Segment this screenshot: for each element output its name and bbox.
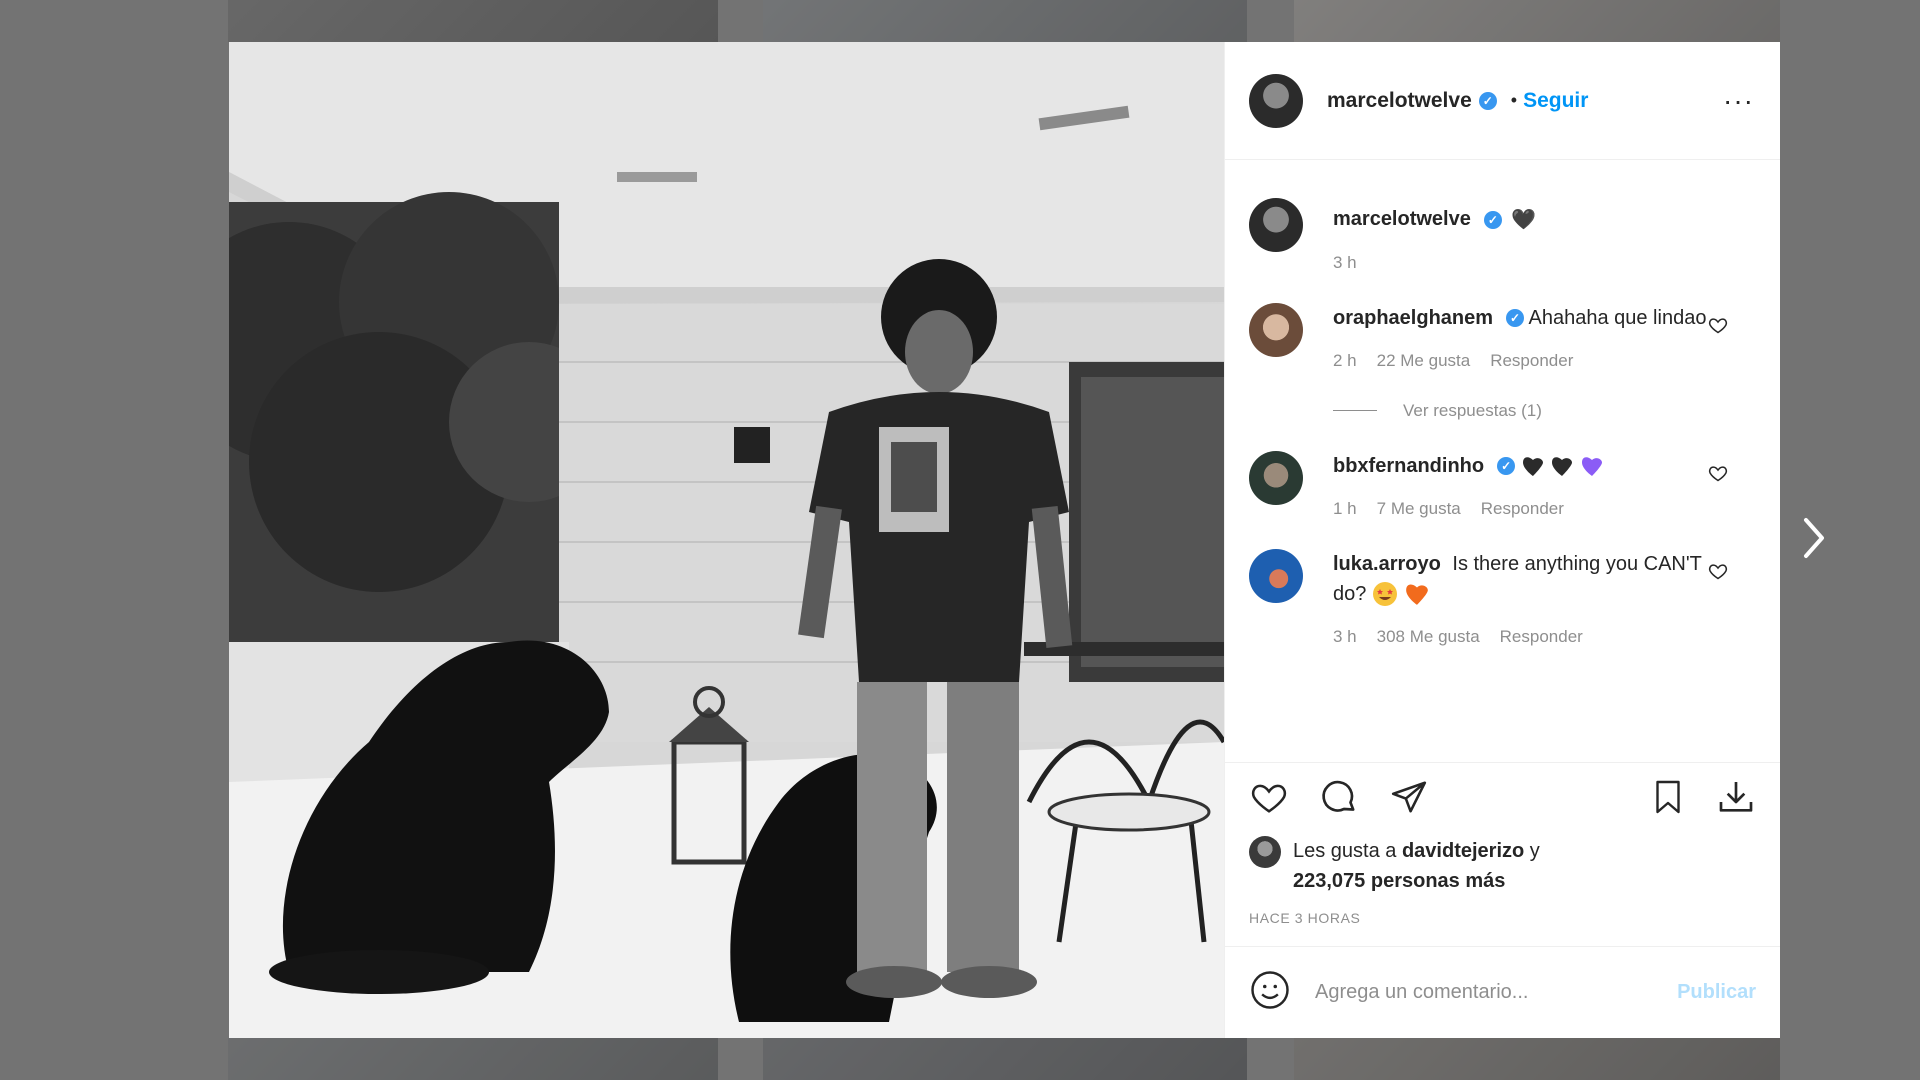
view-replies[interactable]: Ver respuestas (1): [1333, 401, 1780, 421]
emoji-icon[interactable]: [1249, 969, 1291, 1016]
comment-time[interactable]: 3 h: [1333, 253, 1357, 273]
black-heart-icon: [1552, 457, 1573, 477]
comment-input[interactable]: [1315, 981, 1678, 1004]
comment-likes[interactable]: 22 Me gusta: [1377, 351, 1471, 371]
comment-item: luka.arroyo Is there anything you CAN'T …: [1249, 548, 1780, 647]
comment-text: Ahahaha que lindao: [1528, 306, 1707, 329]
comment-username[interactable]: marcelotwelve: [1333, 208, 1471, 230]
likes-count[interactable]: 223,075 personas más: [1293, 870, 1505, 892]
author-avatar[interactable]: [1249, 73, 1303, 128]
commenter-avatar[interactable]: [1249, 450, 1303, 505]
purple-heart-icon: [1581, 457, 1602, 477]
post-modal: marcelotwelve ✓ • Seguir ··· marcelotwel…: [229, 42, 1780, 1038]
likes-summary: Les gusta a davidtejerizo y 223,075 pers…: [1225, 836, 1780, 896]
star-eyes-emoji-icon: [1366, 582, 1403, 607]
chevron-right-icon[interactable]: [1800, 516, 1828, 565]
reply-button[interactable]: Responder: [1490, 351, 1573, 371]
comment-username[interactable]: luka.arroyo: [1333, 553, 1441, 575]
bookmark-icon[interactable]: [1650, 777, 1686, 822]
verified-badge-icon: ✓: [1497, 457, 1516, 476]
download-icon[interactable]: [1716, 777, 1756, 822]
commenter-avatar[interactable]: [1249, 548, 1303, 603]
heart-icon[interactable]: [1249, 778, 1289, 821]
comment-heart-icon[interactable]: [1708, 315, 1728, 340]
photo-scene: [229, 42, 1224, 1038]
author-username[interactable]: marcelotwelve: [1327, 89, 1472, 113]
comment-item: oraphaelghanem ✓ Ahahaha que lindao 2 h 2…: [1249, 302, 1780, 371]
verified-badge-icon: ✓: [1478, 91, 1497, 110]
comment-heart-icon[interactable]: [1708, 463, 1728, 488]
post-header: marcelotwelve ✓ • Seguir ···: [1225, 42, 1780, 160]
caption: marcelotwelve ✓ 🖤 3 h: [1249, 198, 1780, 273]
orange-heart-icon: [1405, 584, 1428, 606]
follow-button[interactable]: Seguir: [1523, 89, 1588, 113]
author-avatar[interactable]: [1249, 198, 1303, 252]
comment-item: bbxfernandinho ✓ 1 h 7 Me gusta Responder: [1249, 450, 1780, 519]
reply-button[interactable]: Responder: [1481, 499, 1564, 519]
publish-button[interactable]: Publicar: [1677, 981, 1756, 1004]
comment-time[interactable]: 2 h: [1333, 351, 1357, 371]
commenter-avatar[interactable]: [1249, 302, 1303, 357]
liker-username[interactable]: davidtejerizo: [1402, 840, 1524, 862]
comment-time[interactable]: 3 h: [1333, 627, 1357, 647]
comment-text: [1521, 455, 1604, 477]
comment-likes[interactable]: 7 Me gusta: [1377, 499, 1461, 519]
share-icon[interactable]: [1389, 778, 1429, 821]
comments-list[interactable]: marcelotwelve ✓ 🖤 3 h oraphaelghanem ✓ Aha…: [1225, 160, 1780, 762]
likes-prefix: Les gusta a: [1293, 840, 1402, 862]
more-icon[interactable]: ···: [1723, 86, 1754, 114]
post-sidebar: marcelotwelve ✓ • Seguir ··· marcelotwel…: [1224, 42, 1780, 1038]
comment-likes[interactable]: 308 Me gusta: [1377, 627, 1480, 647]
view-replies-label[interactable]: Ver respuestas (1): [1403, 401, 1542, 421]
caption-heart-emoji: 🖤: [1511, 208, 1537, 231]
post-photo[interactable]: [229, 42, 1224, 1038]
comment-username[interactable]: bbxfernandinho: [1333, 455, 1484, 477]
comment-time[interactable]: 1 h: [1333, 499, 1357, 519]
comment-box: Publicar: [1225, 946, 1780, 1038]
comment-heart-icon[interactable]: [1708, 561, 1728, 586]
verified-badge-icon: ✓: [1483, 210, 1502, 229]
action-bar: [1225, 762, 1780, 836]
black-heart-icon: [1522, 457, 1543, 477]
comment-icon[interactable]: [1319, 777, 1359, 822]
separator-dot: •: [1510, 90, 1518, 110]
replies-line: [1333, 410, 1377, 412]
post-time[interactable]: HACE 3 HORAS: [1225, 896, 1780, 926]
reply-button[interactable]: Responder: [1500, 627, 1583, 647]
comment-username[interactable]: oraphaelghanem: [1333, 307, 1493, 329]
liker-avatar[interactable]: [1249, 836, 1281, 868]
verified-badge-icon: ✓: [1506, 309, 1525, 328]
likes-joiner: y: [1524, 840, 1540, 862]
